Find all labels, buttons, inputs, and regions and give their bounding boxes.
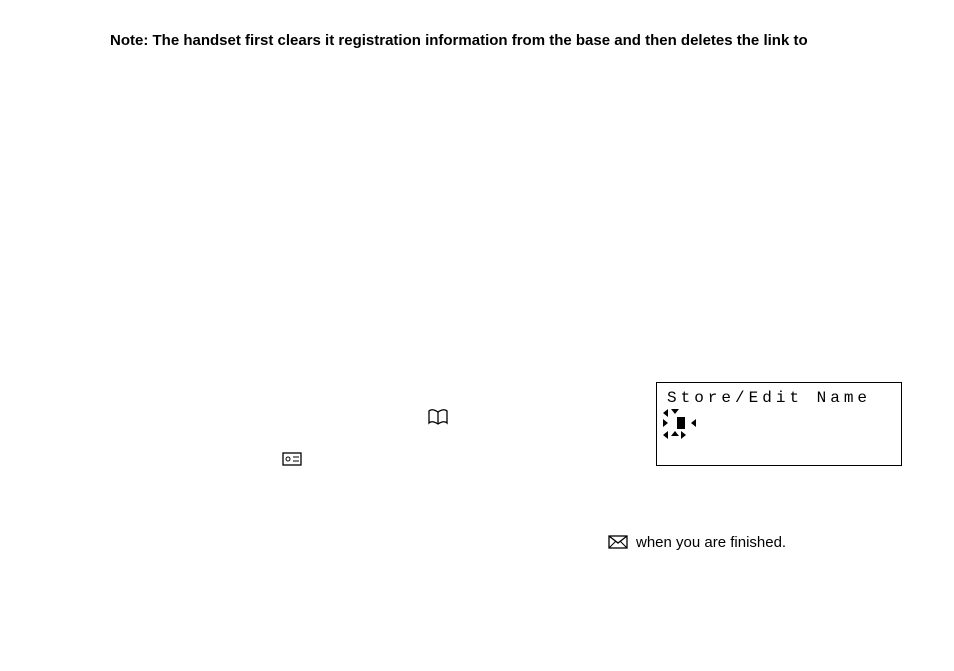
cursor-block-icon xyxy=(677,417,685,429)
caller-id-icon xyxy=(282,452,302,466)
lcd-line-1: Store/Edit Name xyxy=(667,389,895,407)
arrow-right-icon xyxy=(681,431,686,439)
caller-id-icon xyxy=(608,535,628,549)
arrow-down-icon xyxy=(671,409,679,414)
arrow-left-icon xyxy=(663,431,668,439)
lcd-display: Store/Edit Name xyxy=(656,382,902,466)
arrow-left-icon xyxy=(663,409,668,417)
note-text: Note: The handset first clears it regist… xyxy=(110,32,890,49)
arrow-up-icon xyxy=(671,431,679,436)
lcd-cursor-area xyxy=(667,409,895,439)
finished-text: when you are finished. xyxy=(636,534,786,551)
phonebook-icon xyxy=(428,409,448,425)
arrow-left-icon xyxy=(691,419,696,427)
arrow-right-icon xyxy=(663,419,668,427)
